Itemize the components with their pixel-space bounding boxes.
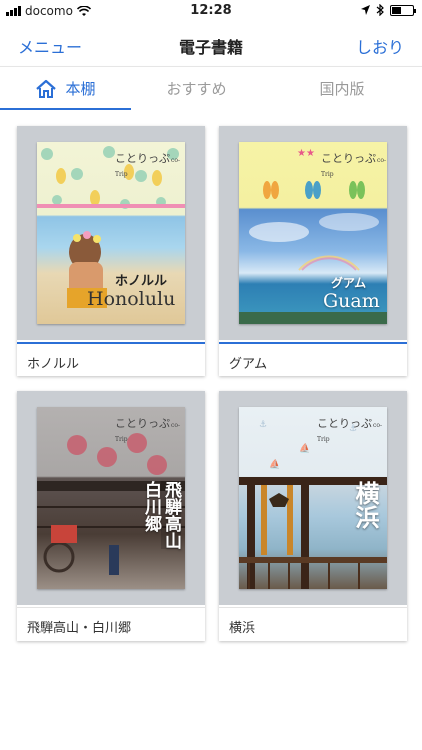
tab-domestic-label: 国内版 bbox=[319, 80, 365, 98]
battery-icon bbox=[390, 4, 416, 16]
cover-title-en: Guam bbox=[323, 290, 380, 312]
book-card-hida-takayama[interactable]: ことりっぷco-Trip 飛騨高山 白川郷 飛騨高山・白川郷 bbox=[17, 391, 205, 641]
book-title: ホノルル bbox=[17, 342, 205, 376]
cover-title-en: Honolulu bbox=[87, 288, 176, 310]
status-time: 12:28 bbox=[190, 3, 232, 18]
tab-bookshelf-label: 本棚 bbox=[65, 80, 96, 98]
cover-brand: ことりっぷ bbox=[115, 152, 170, 165]
book-card-guam[interactable]: ★★ ことりっぷco-Trip グアム Guam グアム bbox=[219, 126, 407, 376]
book-title: グアム bbox=[219, 342, 407, 376]
tab-bookshelf[interactable]: 本棚 bbox=[0, 67, 131, 111]
cover-brand: ことりっぷ bbox=[321, 152, 376, 165]
cover-frame: ⚓ ⛵ ⚓ ⛵ ことりっぷco-Trip 横浜 bbox=[219, 391, 407, 605]
tab-domestic[interactable]: 国内版 bbox=[262, 67, 422, 110]
book-cover-guam[interactable]: ★★ ことりっぷco-Trip グアム Guam bbox=[239, 142, 387, 324]
book-cover-hida-takayama[interactable]: ことりっぷco-Trip 飛騨高山 白川郷 bbox=[37, 407, 185, 589]
book-title: 飛騨高山・白川郷 bbox=[17, 607, 205, 641]
navigation-bar: メニュー 電子書籍 しおり bbox=[0, 22, 422, 66]
cover-title-ja: 横浜 bbox=[351, 481, 379, 529]
svg-text:⚓: ⚓ bbox=[259, 420, 267, 430]
star-icon: ★★ bbox=[297, 148, 315, 159]
tab-recommended-label: おすすめ bbox=[166, 80, 227, 98]
cover-brand: ことりっぷ bbox=[317, 417, 372, 430]
book-card-yokohama[interactable]: ⚓ ⛵ ⚓ ⛵ ことりっぷco-Trip 横浜 横浜 bbox=[219, 391, 407, 641]
book-cover-honolulu[interactable]: ことりっぷco-Trip ホノルル Honolulu bbox=[37, 142, 185, 324]
cover-title-ja: グアム bbox=[331, 276, 367, 290]
tab-recommended[interactable]: おすすめ bbox=[131, 67, 262, 110]
svg-text:⛵: ⛵ bbox=[269, 458, 280, 470]
tab-bar: 本棚 おすすめ 国内版 bbox=[0, 66, 422, 111]
status-right bbox=[361, 4, 416, 16]
cover-title-ja-line2: 白川郷 bbox=[141, 481, 161, 532]
cover-brand: ことりっぷ bbox=[115, 417, 170, 430]
cover-frame: ことりっぷco-Trip 飛騨高山 白川郷 bbox=[17, 391, 205, 605]
cover-frame: ★★ ことりっぷco-Trip グアム Guam bbox=[219, 126, 407, 340]
menu-button[interactable]: メニュー bbox=[18, 34, 82, 58]
book-title: 横浜 bbox=[219, 607, 407, 641]
bookmarks-button[interactable]: しおり bbox=[356, 34, 404, 58]
home-icon bbox=[36, 79, 57, 98]
bookshelf-grid: ことりっぷco-Trip ホノルル Honolulu ホノルル ★★ ことりっぷ… bbox=[0, 110, 422, 750]
book-cover-yokohama[interactable]: ⚓ ⛵ ⚓ ⛵ ことりっぷco-Trip 横浜 bbox=[239, 407, 387, 589]
location-icon bbox=[361, 5, 370, 15]
book-card-honolulu[interactable]: ことりっぷco-Trip ホノルル Honolulu ホノルル bbox=[17, 126, 205, 376]
cover-title-ja: ホノルル bbox=[115, 274, 168, 289]
bluetooth-icon bbox=[376, 4, 384, 16]
cover-title-ja-line1: 飛騨高山 bbox=[161, 481, 181, 549]
cover-frame: ことりっぷco-Trip ホノルル Honolulu bbox=[17, 126, 205, 340]
status-bar: docomo 12:28 bbox=[0, 0, 422, 22]
svg-text:⛵: ⛵ bbox=[299, 442, 310, 454]
